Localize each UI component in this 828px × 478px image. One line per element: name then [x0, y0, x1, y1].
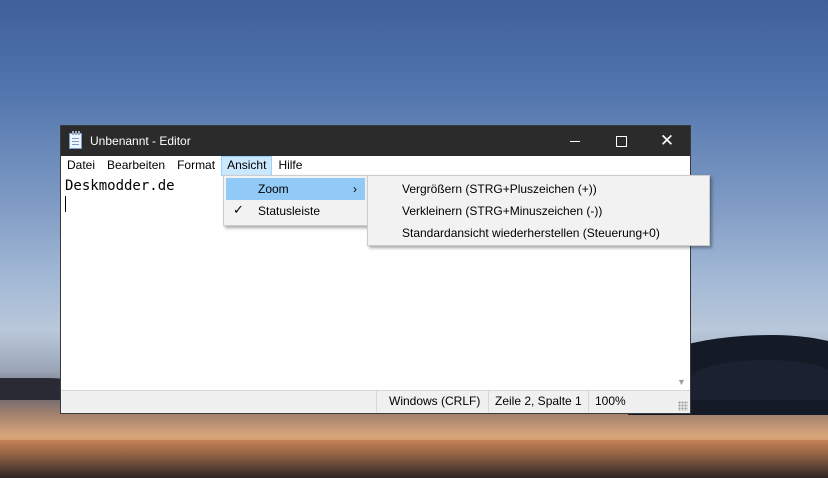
notepad-window: Unbenannt - Editor ✕ Datei Bearbeiten Fo… [60, 125, 691, 414]
menu-datei[interactable]: Datei [61, 156, 101, 176]
menu-item-statusleiste[interactable]: ✓ Statusleiste [226, 200, 365, 222]
chevron-right-icon: › [353, 182, 357, 196]
menu-hilfe[interactable]: Hilfe [272, 156, 308, 176]
close-button[interactable]: ✕ [644, 126, 690, 156]
lake-reflection [0, 440, 828, 478]
menu-item-zoom-out[interactable]: Verkleinern (STRG+Minuszeichen (-)) [370, 200, 707, 222]
menu-format[interactable]: Format [171, 156, 221, 176]
menu-bar: Datei Bearbeiten Format Ansicht Hilfe [61, 156, 690, 176]
editor-content: Deskmodder.de [65, 178, 175, 194]
menu-item-zoom-label: Zoom [258, 182, 289, 196]
maximize-icon [615, 135, 627, 147]
menu-bearbeiten[interactable]: Bearbeiten [101, 156, 171, 176]
status-bar: Windows (CRLF) Zeile 2, Spalte 1 100% [61, 390, 690, 413]
menu-item-statusleiste-label: Statusleiste [258, 204, 321, 218]
checkmark-icon: ✓ [233, 203, 244, 218]
text-caret [65, 196, 66, 212]
notepad-app-icon [69, 131, 82, 149]
menu-item-zoom-in[interactable]: Vergrößern (STRG+Pluszeichen (+)) [370, 178, 707, 200]
window-title: Unbenannt - Editor [90, 134, 191, 148]
resize-grip-icon[interactable] [678, 401, 688, 411]
menu-item-zoom-reset[interactable]: Standardansicht wiederherstellen (Steuer… [370, 222, 707, 244]
minimize-icon [570, 140, 580, 142]
status-cursor-position: Zeile 2, Spalte 1 [488, 391, 588, 412]
status-zoom-level: 100% [588, 391, 648, 412]
desktop-background: Unbenannt - Editor ✕ Datei Bearbeiten Fo… [0, 0, 828, 478]
close-icon: ✕ [659, 130, 675, 151]
menu-item-zoom[interactable]: Zoom › [226, 178, 365, 200]
scroll-down-arrow-icon[interactable]: ▼ [673, 374, 690, 391]
maximize-button[interactable] [598, 126, 644, 156]
mountain-silhouette-2 [690, 360, 828, 400]
minimize-button[interactable] [552, 126, 598, 156]
title-bar[interactable]: Unbenannt - Editor ✕ [61, 126, 690, 156]
menu-ansicht[interactable]: Ansicht [221, 156, 273, 176]
status-line-ending: Windows (CRLF) [376, 391, 488, 412]
zoom-submenu: Vergrößern (STRG+Pluszeichen (+)) Verkle… [367, 175, 710, 246]
ansicht-dropdown-menu: Zoom › ✓ Statusleiste [223, 175, 368, 226]
